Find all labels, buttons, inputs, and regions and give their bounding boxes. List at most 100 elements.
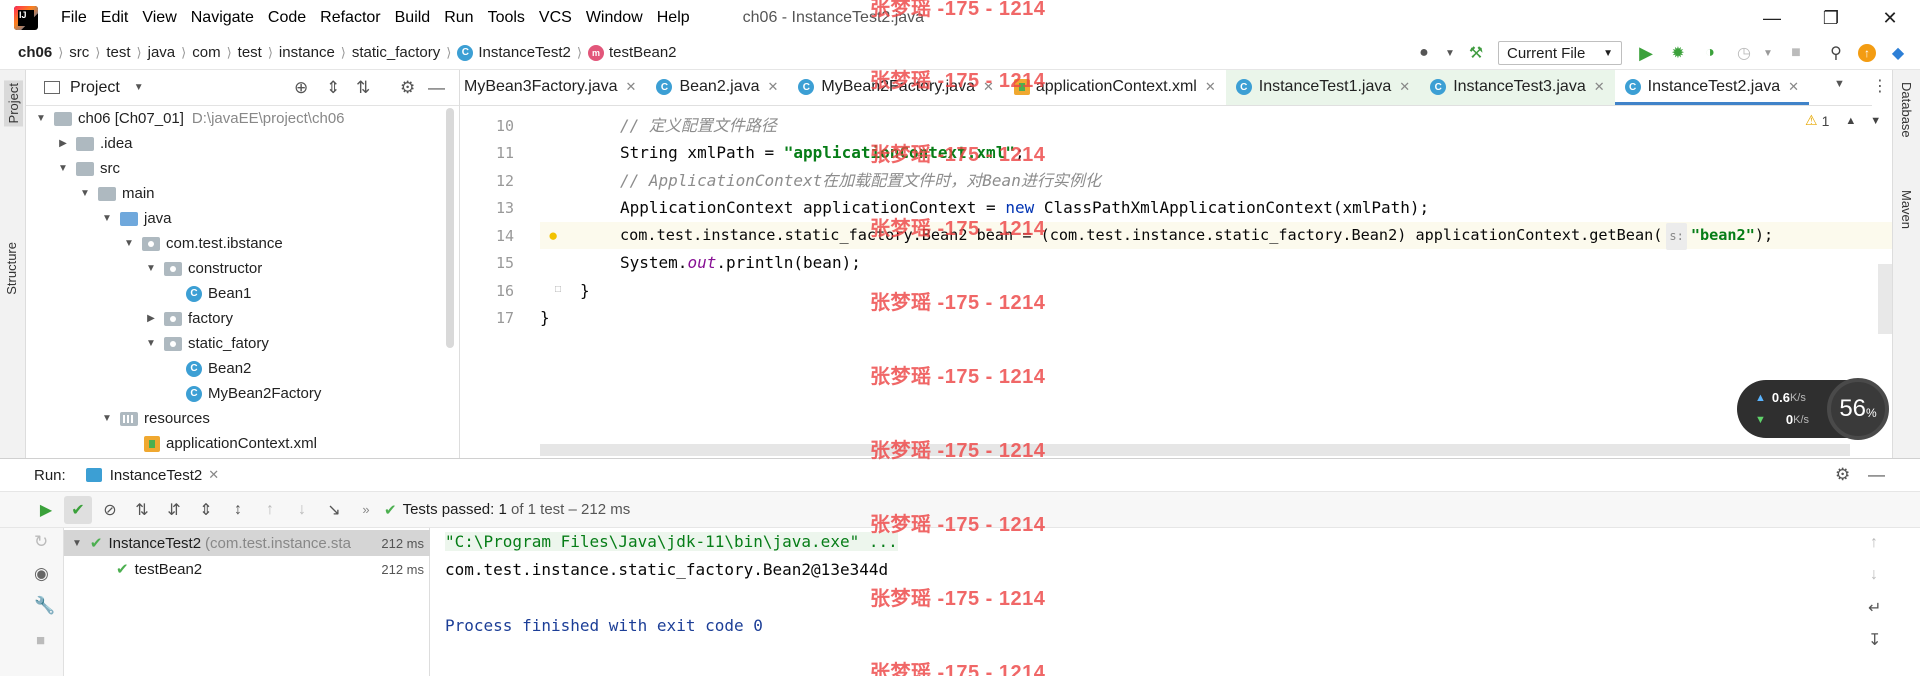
show-ignored-icon[interactable]: ⊘: [96, 496, 124, 524]
breadcrumb-class[interactable]: C InstanceTest2: [453, 44, 575, 61]
hide-panel-icon[interactable]: —: [1868, 465, 1885, 485]
profile-icon[interactable]: ◷: [1734, 43, 1754, 63]
previous-highlight-icon[interactable]: ▲: [1845, 115, 1856, 127]
breadcrumb-test-pkg[interactable]: test: [234, 44, 266, 61]
scroll-down-icon[interactable]: ↓: [1870, 566, 1878, 584]
expanded-arrow-icon[interactable]: ▼: [100, 413, 114, 424]
tree-item-idea[interactable]: ▶ .idea: [56, 131, 132, 156]
gear-icon[interactable]: ⚙: [400, 78, 415, 98]
breadcrumb-test[interactable]: test: [102, 44, 134, 61]
previous-failed-icon[interactable]: ↑: [256, 496, 284, 524]
import-tests-icon[interactable]: ↘: [320, 496, 348, 524]
coverage-icon[interactable]: ◑: [1700, 43, 1720, 63]
close-tab-icon[interactable]: ✕: [768, 79, 779, 95]
tool-tab-database[interactable]: Database: [1899, 82, 1914, 138]
tab-instancetest2[interactable]: C InstanceTest2.java ✕: [1614, 70, 1810, 105]
expanded-arrow-icon[interactable]: ▼: [100, 213, 114, 224]
expanded-arrow-icon[interactable]: ▼: [122, 238, 136, 249]
tree-item-bean2[interactable]: C Bean2: [186, 356, 251, 381]
search-icon[interactable]: ⚲: [1826, 43, 1846, 63]
breadcrumb-project[interactable]: ch06: [14, 44, 56, 61]
tab-bean2[interactable]: C Bean2.java ✕: [646, 70, 788, 105]
run-tab-instancetest2[interactable]: InstanceTest2: [110, 467, 203, 484]
user-icon[interactable]: ●: [1414, 43, 1434, 63]
tree-item-application-context[interactable]: applicationContext.xml: [144, 431, 317, 456]
menu-code[interactable]: Code: [261, 9, 313, 27]
expanded-arrow-icon[interactable]: ▼: [34, 113, 48, 124]
test-row[interactable]: ▼ ✔ InstanceTest2 (com.test.instance.sta…: [64, 530, 430, 556]
hide-panel-icon[interactable]: —: [428, 78, 445, 98]
show-passed-icon[interactable]: ✔: [64, 495, 92, 524]
maximize-button[interactable]: ❐: [1803, 0, 1859, 36]
tree-item-src[interactable]: ▼ src: [56, 156, 120, 181]
update-icon[interactable]: ↑: [1858, 44, 1876, 62]
breadcrumb-instance[interactable]: instance: [275, 44, 339, 61]
profile-dropdown-icon[interactable]: ▼: [1758, 43, 1778, 63]
tree-item-package[interactable]: ▼ com.test.ibstance: [122, 231, 283, 256]
menu-navigate[interactable]: Navigate: [184, 9, 261, 27]
wrench-icon[interactable]: 🔧: [34, 596, 55, 616]
lightbulb-icon[interactable]: ●: [548, 226, 558, 246]
expanded-arrow-icon[interactable]: ▼: [56, 163, 70, 174]
gear-icon[interactable]: ⚙: [1835, 465, 1850, 485]
editor-horizontal-scrollbar[interactable]: [540, 444, 1850, 456]
expanded-arrow-icon[interactable]: ▼: [144, 338, 158, 349]
tree-item-factory[interactable]: ▶ factory: [144, 306, 233, 331]
collapse-all-icon[interactable]: ↕: [224, 496, 252, 524]
collapsed-arrow-icon[interactable]: ▶: [56, 138, 70, 149]
test-row[interactable]: ✔ testBean2 212 ms: [64, 556, 430, 582]
menu-tools[interactable]: Tools: [481, 9, 532, 27]
locate-icon[interactable]: ⊕: [294, 78, 308, 98]
fold-marker-icon[interactable]: □: [555, 284, 561, 295]
collapsed-arrow-icon[interactable]: ▶: [144, 313, 158, 324]
chevron-down-icon[interactable]: ▼: [134, 82, 144, 93]
close-tab-icon[interactable]: ✕: [1205, 79, 1216, 95]
scroll-to-end-icon[interactable]: ↧: [1868, 630, 1881, 650]
run-icon[interactable]: ▶: [1636, 43, 1656, 63]
menu-refactor[interactable]: Refactor: [313, 9, 387, 27]
tree-item-main[interactable]: ▼ main: [78, 181, 154, 206]
tree-item-static-fatory[interactable]: ▼ static_fatory: [144, 331, 269, 356]
tree-item-bean1[interactable]: C Bean1: [186, 281, 251, 306]
screenshot-icon[interactable]: ◉: [34, 564, 49, 584]
soft-wrap-icon[interactable]: ↵: [1868, 598, 1881, 618]
menu-vcs[interactable]: VCS: [532, 9, 579, 27]
close-tab-icon[interactable]: ✕: [983, 79, 994, 95]
toggle-auto-test-icon[interactable]: ↻: [34, 532, 48, 552]
scroll-up-icon[interactable]: ↑: [1870, 534, 1878, 552]
build-hammer-icon[interactable]: ⚒: [1466, 43, 1486, 63]
menu-view[interactable]: View: [135, 9, 183, 27]
close-tab-icon[interactable]: ✕: [1399, 79, 1410, 95]
console-output[interactable]: "C:\Program Files\Java\jdk-11\bin\java.e…: [430, 528, 1892, 676]
stop-icon[interactable]: ■: [1786, 43, 1806, 63]
tab-mybean2factory[interactable]: C MyBean2Factory.java ✕: [788, 70, 1003, 105]
tree-item-constructor[interactable]: ▼ constructor: [144, 256, 262, 281]
sort-alphabetically-icon[interactable]: ⇅: [128, 496, 156, 524]
next-highlight-icon[interactable]: ▼: [1870, 115, 1881, 127]
menu-file[interactable]: File: [54, 9, 94, 27]
code-editor[interactable]: 10 11 12 13 14 15 16 17 ● □ // 定义配置文件路径 …: [460, 106, 1892, 458]
next-failed-icon[interactable]: ↓: [288, 496, 316, 524]
tool-tab-project[interactable]: Project: [4, 80, 23, 127]
tab-instancetest3[interactable]: C InstanceTest3.java ✕: [1420, 70, 1615, 105]
inspection-widget[interactable]: ⚠ 1 ▲ ▼: [1805, 112, 1881, 129]
close-tab-icon[interactable]: ✕: [626, 79, 637, 95]
close-tab-icon[interactable]: ✕: [208, 467, 219, 483]
tree-item-java[interactable]: ▼ java: [100, 206, 171, 231]
tab-application-context[interactable]: applicationContext.xml ✕: [1004, 70, 1226, 105]
tree-item-module[interactable]: ▼ ch06 [Ch07_01] D:\javaEE\project\ch06: [34, 106, 344, 131]
breadcrumb-static-factory[interactable]: static_factory: [348, 44, 444, 61]
jetbrains-toolbox-icon[interactable]: ◆: [1888, 43, 1908, 63]
tool-tab-structure[interactable]: Structure: [4, 242, 19, 295]
breadcrumb-com[interactable]: com: [188, 44, 224, 61]
collapse-all-icon[interactable]: ⇅: [356, 78, 370, 98]
stop-icon[interactable]: ■: [36, 632, 45, 649]
expand-all-icon[interactable]: ⇕: [326, 78, 340, 98]
more-options-icon[interactable]: ⋮: [1872, 76, 1888, 96]
more-actions-icon[interactable]: »: [352, 496, 380, 524]
tab-mybean3factory[interactable]: MyBean3Factory.java ✕: [460, 70, 646, 105]
expanded-arrow-icon[interactable]: ▼: [72, 538, 82, 549]
tab-list-chevron-icon[interactable]: ▼: [1834, 78, 1845, 90]
user-dropdown-icon[interactable]: ▼: [1440, 43, 1460, 63]
close-tab-icon[interactable]: ✕: [1594, 79, 1605, 95]
